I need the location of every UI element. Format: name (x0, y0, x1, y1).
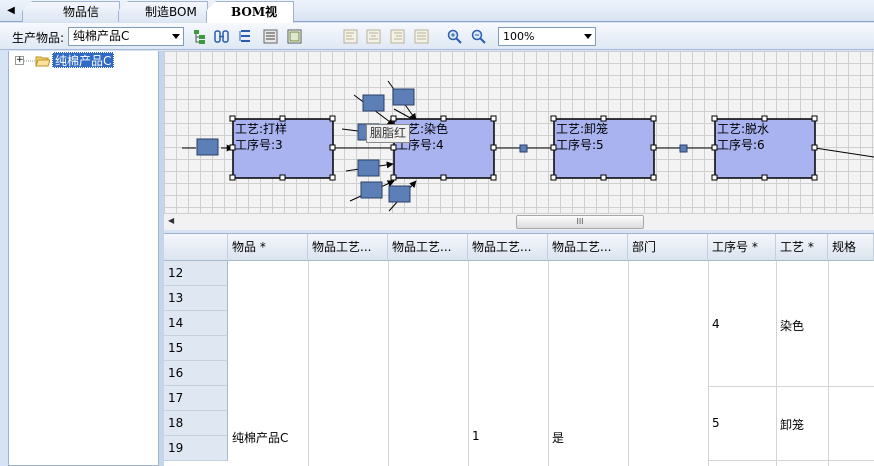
process-seq: 工序号:6 (717, 137, 765, 152)
product-select[interactable]: 纯棉产品C (68, 27, 184, 46)
row-number[interactable]: 16 (164, 361, 228, 386)
folder-open-icon (35, 56, 50, 67)
grid-line (468, 261, 469, 466)
cell-craft[interactable]: 染色 (780, 317, 804, 334)
grid-line (628, 261, 629, 466)
grid-line (548, 261, 549, 466)
process-seq: 工序号:3 (235, 137, 283, 152)
chevron-down-icon (584, 34, 592, 39)
tree-node-product[interactable]: 纯棉产品C (52, 52, 115, 68)
tab-label: 制造BOM (145, 5, 197, 19)
chevron-down-icon (172, 34, 180, 39)
material-node[interactable] (388, 185, 411, 203)
grid-line (828, 261, 829, 466)
align-justify-icon[interactable] (413, 28, 430, 45)
list-icon[interactable] (262, 28, 279, 45)
process-seq: 工序号:5 (556, 137, 604, 152)
zoom-out-icon[interactable] (470, 28, 487, 45)
tab-bar: ◀ 物品信息 制造BOM BOM视图 (0, 0, 874, 23)
grid-line (308, 261, 309, 466)
process-title: 工艺:打样 (235, 121, 287, 136)
diagram-canvas: 工艺:打样 工序号:3 工艺:染色 工序号:4 工艺:卸笼 工序号:5 工艺:脱… (182, 80, 874, 212)
cell-seq[interactable]: 5 (712, 416, 720, 430)
zoom-select[interactable]: 100% (498, 27, 596, 46)
tree-connector (24, 60, 35, 62)
process-title: 工艺:脱水 (717, 121, 769, 136)
tab-bom-view[interactable]: BOM视图 (206, 1, 294, 23)
row-number[interactable]: 18 (164, 411, 228, 436)
row-number[interactable]: 17 (164, 386, 228, 411)
material-node[interactable] (196, 138, 219, 156)
bom-grid: 物品 * 物品工艺... 物品工艺... 物品工艺... 物品工艺... 部门 … (164, 233, 874, 466)
col-header-item-craft-1[interactable]: 物品工艺... (308, 234, 388, 261)
cell-item-craft-3[interactable]: 1 (472, 429, 480, 443)
col-header-item-craft-2[interactable]: 物品工艺... (388, 234, 468, 261)
expand-toggle-icon[interactable]: + (15, 56, 24, 65)
scroll-left-icon[interactable]: ◀ (168, 216, 174, 225)
col-header-spec[interactable]: 规格 (828, 234, 874, 261)
col-header-item[interactable]: 物品 * (228, 234, 308, 261)
grid-line (388, 261, 389, 466)
col-header-seq[interactable]: 工序号 * (708, 234, 776, 261)
zoom-value: 100% (503, 30, 535, 43)
material-node[interactable] (392, 88, 415, 106)
stack-icon[interactable] (237, 28, 254, 45)
align-center-icon[interactable] (365, 28, 382, 45)
cell-seq[interactable]: 4 (712, 317, 720, 331)
row-number[interactable]: 15 (164, 336, 228, 361)
scroll-thumb[interactable]: III (516, 215, 644, 229)
toolbar: 生产物品: 纯棉产品C 100% (0, 23, 874, 50)
frame-icon[interactable] (286, 28, 303, 45)
cell-item[interactable]: 纯棉产品C (232, 429, 288, 446)
row-number[interactable]: 12 (164, 261, 228, 286)
material-node[interactable] (357, 159, 380, 177)
material-node[interactable] (360, 181, 383, 199)
grid-line (776, 261, 777, 466)
process-diagram[interactable]: 工艺:打样 工序号:3 工艺:染色 工序号:4 工艺:卸笼 工序号:5 工艺:脱… (164, 51, 874, 216)
process-box-1[interactable]: 工艺:打样 工序号:3 (232, 118, 334, 179)
col-header-craft[interactable]: 工艺 * (776, 234, 828, 261)
process-title: 工艺:卸笼 (556, 121, 608, 136)
tab-item-info[interactable]: 物品信息 (22, 1, 120, 22)
material-node[interactable] (362, 94, 385, 112)
cell-craft[interactable]: 卸笼 (780, 416, 804, 433)
cell-item-craft-4[interactable]: 是 (552, 429, 564, 446)
link-icon[interactable] (213, 28, 230, 45)
tab-scroll-left-icon[interactable]: ◀ (2, 2, 20, 20)
col-header-item-craft-3[interactable]: 物品工艺... (468, 234, 548, 261)
tab-manufacturing-bom[interactable]: 制造BOM (118, 1, 208, 22)
grid-line (708, 261, 709, 466)
col-header-item-craft-4[interactable]: 物品工艺... (548, 234, 628, 261)
node-tooltip: 胭脂红 (366, 124, 411, 143)
row-number[interactable]: 19 (164, 436, 228, 461)
process-box-4[interactable]: 工艺:脱水 工序号:6 (714, 118, 816, 179)
process-box-3[interactable]: 工艺:卸笼 工序号:5 (553, 118, 655, 179)
product-select-value: 纯棉产品C (73, 29, 130, 43)
bom-view-window: ◀ 物品信息 制造BOM BOM视图 生产物品: 纯棉产品C (0, 0, 874, 466)
diagram-hscrollbar[interactable]: ◀ III (164, 213, 874, 230)
product-tree: + 纯棉产品C (8, 51, 159, 466)
tree-expand-icon[interactable] (191, 28, 208, 45)
grid-line (708, 386, 874, 387)
row-number[interactable]: 13 (164, 286, 228, 311)
align-right-icon[interactable] (389, 28, 406, 45)
grid-line (708, 460, 874, 461)
row-number[interactable]: 14 (164, 311, 228, 336)
connector-dot (519, 144, 528, 153)
align-left-icon[interactable] (342, 28, 359, 45)
col-header-department[interactable]: 部门 (628, 234, 708, 261)
zoom-in-icon[interactable] (446, 28, 463, 45)
connector-dot (679, 144, 688, 153)
product-label: 生产物品: (12, 31, 65, 45)
grid-corner (164, 234, 228, 261)
